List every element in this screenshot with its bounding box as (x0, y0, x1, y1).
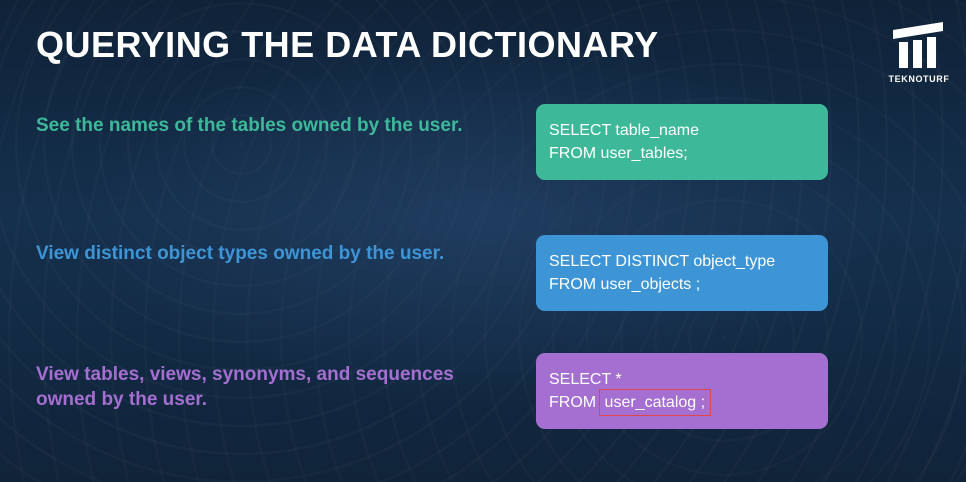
query-box-tables: SELECT table_name FROM user_tables; (536, 104, 828, 180)
brand-name: TEKNOTURF (888, 74, 950, 84)
teknoturf-logo-icon (893, 22, 943, 68)
highlighted-text: user_catalog ; (598, 389, 712, 416)
query-box-object-types: SELECT DISTINCT object_type FROM user_ob… (536, 235, 828, 311)
description-line: owned by the user. (36, 389, 208, 410)
description-object-types: View distinct object types owned by the … (36, 243, 445, 264)
description-catalog: View tables, views, synonyms, and sequen… (36, 362, 454, 412)
slide-title: QUERYING THE DATA DICTIONARY (36, 24, 659, 65)
query-line: SELECT table_name (549, 122, 700, 139)
query-line: FROM user_objects ; (549, 276, 701, 293)
brand-logo: TEKNOTURF (886, 18, 952, 98)
query-line: FROM user_tables; (549, 145, 688, 162)
query-line: SELECT * (549, 371, 622, 388)
description-tables: See the names of the tables owned by the… (36, 115, 463, 136)
query-prefix: FROM (549, 394, 601, 411)
query-box-catalog: SELECT * FROM user_catalog ; (536, 353, 828, 429)
query-line: SELECT DISTINCT object_type (549, 253, 776, 270)
description-line: View tables, views, synonyms, and sequen… (36, 364, 454, 385)
query-line: FROM user_catalog ; (549, 389, 815, 416)
